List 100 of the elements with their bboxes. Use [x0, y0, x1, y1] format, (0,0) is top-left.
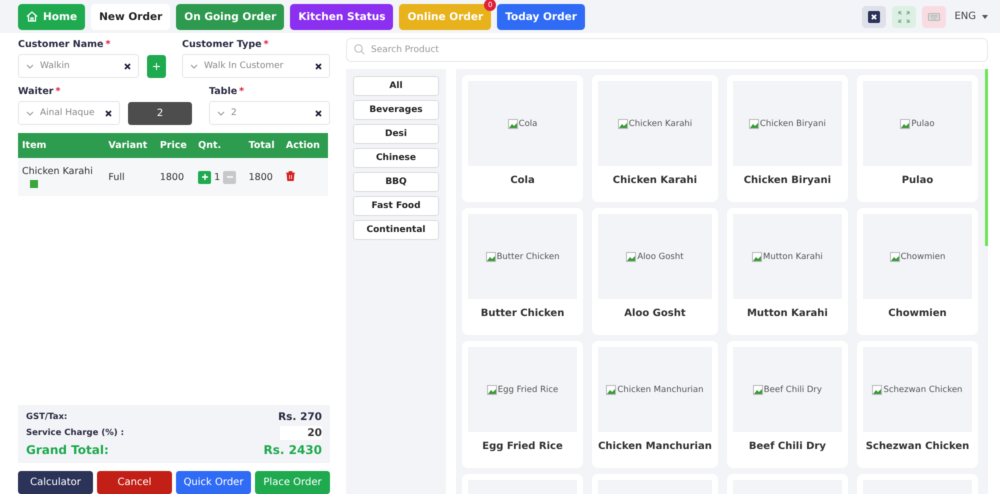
product-name: Schezwan Chicken — [864, 441, 970, 452]
field-label: Customer Type — [182, 39, 262, 50]
nav-button[interactable]: New Order — [91, 4, 170, 30]
chevron-icon — [26, 64, 34, 68]
product-card[interactable]: Chicken Manchurian Chicken Manchurian — [592, 341, 718, 468]
category-button[interactable]: BBQ — [353, 172, 439, 192]
image-alt-text: Chicken Manchurian — [617, 384, 704, 394]
service-charge-label: Service Charge (%) : — [26, 428, 124, 438]
column-header: Qnt. — [194, 133, 245, 158]
keyboard-icon — [928, 12, 940, 22]
service-charge-field[interactable]: 20 — [280, 426, 322, 440]
select-field[interactable]: Ainal Haque — [18, 101, 120, 125]
field-label: Waiter — [18, 86, 54, 97]
category-button[interactable]: All — [353, 76, 439, 96]
product-card[interactable]: Pulao Pulao — [856, 75, 978, 202]
required-mark: * — [264, 39, 269, 50]
product-name: Butter Chicken — [480, 308, 566, 319]
broken-image-icon — [618, 118, 628, 128]
category-button[interactable]: Continental — [353, 220, 439, 240]
image-alt-text: Cola — [518, 118, 538, 128]
caret-icon[interactable] — [982, 14, 988, 18]
close-button[interactable] — [862, 6, 886, 28]
image-alt-text: Beef Chili Dry — [764, 384, 822, 394]
decrease-button[interactable] — [223, 170, 236, 184]
table-cell: 1800 — [244, 158, 282, 196]
category-button[interactable]: Fast Food — [353, 196, 439, 216]
column-header: Price — [156, 133, 194, 158]
tax-value: Rs. 270 — [278, 411, 322, 423]
required-mark: * — [55, 86, 60, 97]
product-card[interactable]: Chowmien Chowmien — [856, 208, 978, 335]
fullscreen-button[interactable] — [892, 6, 916, 28]
nav-button[interactable]: Today Order — [497, 4, 585, 30]
product-card[interactable]: Egg Fried Rice Egg Fried Rice — [462, 341, 584, 468]
image-alt-text: Pulao — [911, 118, 935, 128]
guest-count[interactable]: 2 — [128, 102, 192, 125]
category-button[interactable]: Desi — [353, 124, 439, 144]
broken-image-icon — [752, 384, 763, 394]
scrollbar[interactable] — [985, 69, 988, 246]
broken-image-icon — [872, 384, 882, 394]
category-button[interactable]: Beverages — [353, 100, 439, 120]
table-cell: 1800 — [156, 158, 194, 196]
chevron-icon — [217, 110, 225, 116]
plus-icon — [153, 62, 160, 71]
plus-icon — [202, 174, 208, 180]
delete-icon[interactable] — [286, 170, 295, 180]
broken-image-icon — [486, 252, 496, 262]
broken-image-icon — [900, 118, 910, 128]
search-field[interactable]: Search Product — [346, 38, 988, 62]
clear-icon[interactable] — [105, 110, 112, 116]
product-name: Aloo Gosht — [623, 308, 687, 319]
image-alt-text: Butter Chicken — [496, 252, 560, 262]
close-icon — [868, 10, 880, 24]
add-customer-button[interactable] — [147, 55, 166, 78]
fullscreen-icon — [898, 10, 910, 24]
language-selector[interactable]: ENG — [954, 11, 976, 22]
action-button[interactable]: Quick Order — [176, 471, 251, 494]
clear-icon[interactable] — [315, 62, 322, 70]
broken-image-icon — [752, 252, 762, 262]
select-field[interactable]: Walk In Customer — [182, 54, 330, 78]
category-button[interactable]: Chinese — [353, 148, 439, 168]
image-alt-text: Schezwan Chicken — [883, 384, 962, 394]
minus-icon — [226, 176, 233, 178]
product-name: Egg Fried Rice — [481, 441, 564, 452]
product-card[interactable]: Beef Chili Dry Beef Chili Dry — [726, 341, 848, 468]
required-mark: * — [106, 39, 110, 50]
product-card[interactable]: Butter Chicken Butter Chicken — [462, 208, 584, 335]
action-button[interactable]: Calculator — [18, 471, 93, 494]
keyboard-button[interactable] — [922, 6, 946, 28]
image-alt-text: Mutton Karahi — [763, 252, 823, 262]
column-header: Variant — [104, 133, 156, 158]
clear-icon[interactable] — [124, 62, 131, 70]
product-card[interactable]: Chicken Biryani Chicken Biryani — [726, 75, 848, 202]
clear-icon[interactable] — [315, 110, 322, 116]
product-card[interactable]: Aloo Gosht Aloo Gosht — [592, 208, 718, 335]
select-field[interactable]: Walkin — [18, 54, 139, 78]
chevron-icon — [26, 110, 34, 116]
product-name: Chicken Biryani — [742, 175, 832, 186]
table-cell: Full — [104, 158, 156, 196]
image-alt-text: Chicken Biryani — [760, 118, 826, 128]
product-card[interactable]: Chicken Karahi Chicken Karahi — [592, 75, 718, 202]
product-card[interactable]: Schezwan Chicken Schezwan Chicken — [856, 341, 978, 468]
field-label: Table — [209, 86, 238, 97]
increase-button[interactable] — [198, 170, 212, 184]
broken-image-icon — [626, 252, 636, 262]
image-alt-text: Aloo Gosht — [637, 252, 684, 262]
product-name: Mutton Karahi — [746, 308, 829, 319]
broken-image-icon — [748, 118, 759, 128]
column-header: Action — [282, 133, 328, 158]
action-button[interactable]: Cancel — [97, 471, 172, 494]
required-mark: * — [239, 86, 244, 97]
product-card[interactable]: Mutton Karahi Mutton Karahi — [726, 208, 848, 335]
image-alt-text: Chowmien — [900, 252, 946, 262]
broken-image-icon — [890, 252, 900, 262]
product-name: Chowmien — [887, 308, 948, 319]
nav-button[interactable]: Kitchen Status — [290, 4, 394, 30]
product-card[interactable]: Cola Cola — [462, 75, 584, 202]
select-field[interactable]: 2 — [209, 101, 330, 125]
image-alt-text: Egg Fried Rice — [498, 384, 558, 394]
column-header: Item — [18, 133, 104, 158]
nav-button[interactable]: On Going Order — [176, 4, 284, 30]
